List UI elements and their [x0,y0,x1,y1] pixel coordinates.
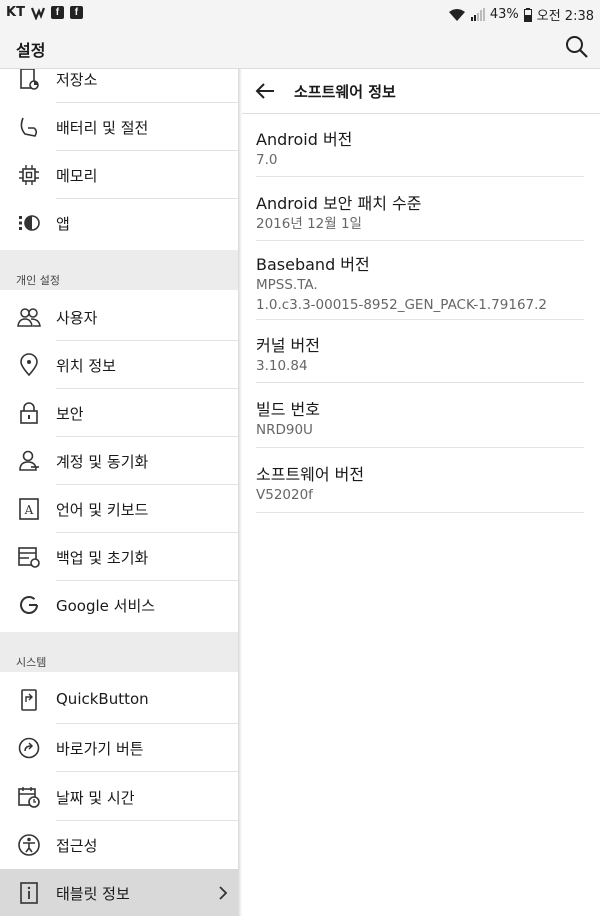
info-row-security-patch[interactable]: Android 보안 패치 수준 2016년 12월 1일 [256,190,584,241]
sidebar-item-shortcut-button[interactable]: 바로가기 버튼 [0,724,238,772]
accessibility-icon [18,834,40,856]
info-value: V52020f [256,487,313,503]
battery-saver-icon [20,117,38,137]
sidebar-item-battery[interactable]: 배터리 및 절전 [0,103,238,151]
info-value: NRD90U [256,422,313,438]
sidebar-item-storage[interactable]: 저장소 [0,69,238,103]
app-bar: 설정 [0,28,600,69]
battery-percent: 43% [489,7,519,22]
calendar-clock-icon [18,787,40,808]
facebook-icon: f [50,6,64,19]
sidebar-item-users[interactable]: 사용자 [0,293,238,341]
sidebar-item-label: 접근성 [56,837,98,855]
sidebar-item-accounts-sync[interactable]: 계정 및 동기화 [0,437,238,485]
sidebar-item-label: 앱 [56,215,70,233]
info-value: 2016년 12월 1일 [256,216,362,232]
sidebar-item-label: 날짜 및 시간 [56,789,135,807]
carrier-label: KT [6,5,25,20]
sidebar-item-language-keyboard[interactable]: A 언어 및 키보드 [0,485,238,533]
sidebar-item-tablet-info[interactable]: 태블릿 정보 [0,869,238,916]
quickbutton-icon [21,689,37,711]
sidebar-item-label: 위치 정보 [56,357,116,375]
info-row-software-version[interactable]: 소프트웨어 버전 V52020f [256,461,584,513]
sidebar-item-label: Google 서비스 [56,597,156,615]
info-row-build-number[interactable]: 빌드 번호 NRD90U [256,396,584,448]
detail-header: 소프트웨어 정보 [242,69,600,114]
status-bar: KT f f 43% 오전 2:38 [0,0,600,28]
info-row-baseband[interactable]: Baseband 버전 MPSS.TA. 1.0.c3.3-00015-8952… [256,251,584,320]
sidebar-item-label: 사용자 [56,309,98,327]
info-title: Baseband 버전 [256,255,370,274]
sidebar-item-security[interactable]: 보안 [0,389,238,437]
back-arrow-icon[interactable] [254,80,276,102]
info-icon [20,882,38,904]
sidebar-item-label: 메모리 [56,167,98,185]
apps-icon [19,215,40,231]
sidebar-item-location[interactable]: 위치 정보 [0,341,238,389]
sidebar-item-label: QuickButton [56,690,149,708]
wifi-icon [448,8,465,21]
facebook-icon: f [69,6,83,19]
info-value: 3.10.84 [256,358,308,374]
backup-reset-icon [18,547,40,568]
lock-icon [20,402,38,424]
battery-icon [523,7,532,22]
shortcut-icon [18,737,40,759]
info-title: Android 버전 [256,130,353,149]
sidebar-item-label: 태블릿 정보 [56,885,130,903]
info-title: 빌드 번호 [256,400,320,419]
account-sync-icon [19,450,39,471]
volte-icon [30,7,45,20]
sidebar-item-backup-reset[interactable]: 백업 및 초기화 [0,533,238,581]
info-value: 7.0 [256,152,278,168]
search-icon[interactable] [564,34,590,60]
detail-title: 소프트웨어 정보 [294,83,396,101]
sidebar-item-label: 배터리 및 절전 [56,119,149,137]
info-value-line1: MPSS.TA. [256,277,318,293]
sidebar-item-apps[interactable]: 앱 [0,199,238,247]
svg-text:A: A [24,503,34,517]
sidebar-item-label: 언어 및 키보드 [56,501,149,519]
info-row-android-version[interactable]: Android 버전 7.0 [256,126,584,177]
settings-sidebar: 저장소 배터리 및 절전 메모리 앱 개인 설정 사용자 위치 정보 보안 계정… [0,69,238,916]
clock: 오전 2:38 [536,9,594,24]
section-header-system: 시스템 [0,632,238,672]
section-header-personal: 개인 설정 [0,250,238,290]
sidebar-item-label: 백업 및 초기화 [56,549,149,567]
location-pin-icon [20,353,38,377]
sidebar-item-label: 계정 및 동기화 [56,453,149,471]
storage-icon [20,69,39,90]
sidebar-item-quickbutton[interactable]: QuickButton [0,676,238,724]
detail-pane: 소프트웨어 정보 Android 버전 7.0 Android 보안 패치 수준… [242,69,600,916]
sidebar-item-google[interactable]: Google 서비스 [0,581,238,629]
status-bar-left: KT f f [6,5,83,20]
google-icon [20,596,38,614]
info-title: Android 보안 패치 수준 [256,194,422,213]
status-bar-right: 43% 오전 2:38 [448,5,594,24]
signal-icon [470,8,485,21]
page-title: 설정 [16,41,46,60]
info-value-line2: 1.0.c3.3-00015-8952_GEN_PACK-1.79167.2 [256,297,548,313]
memory-chip-icon [19,165,39,185]
sidebar-item-label: 보안 [56,405,84,423]
info-title: 소프트웨어 버전 [256,465,365,484]
chevron-right-icon [219,886,228,900]
sidebar-item-label: 바로가기 버튼 [56,740,144,758]
sidebar-item-accessibility[interactable]: 접근성 [0,821,238,869]
info-title: 커널 버전 [256,336,320,355]
sidebar-item-date-time[interactable]: 날짜 및 시간 [0,773,238,821]
sidebar-item-memory[interactable]: 메모리 [0,151,238,199]
language-keyboard-icon: A [19,498,39,520]
users-icon [17,308,41,327]
sidebar-item-label: 저장소 [56,71,98,89]
info-row-kernel[interactable]: 커널 버전 3.10.84 [256,332,584,383]
